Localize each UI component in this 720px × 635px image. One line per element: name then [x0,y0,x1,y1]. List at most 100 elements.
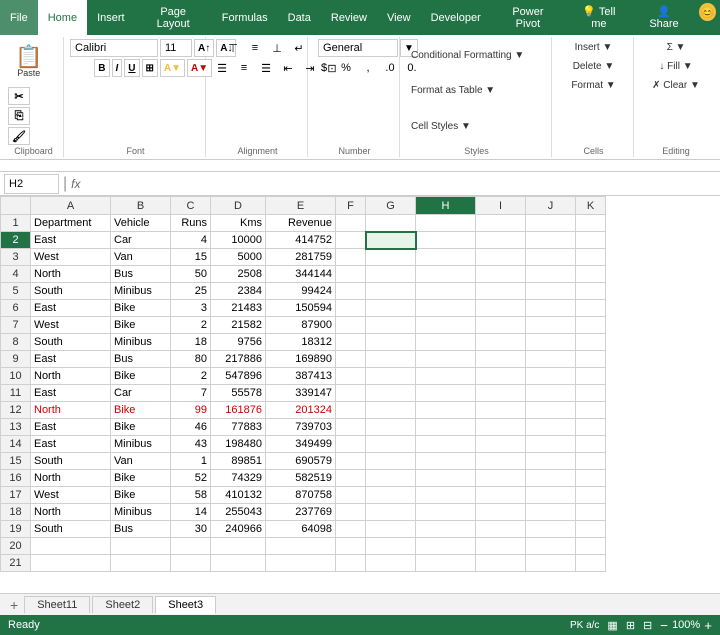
cell[interactable]: 870758 [266,487,336,504]
italic-button[interactable]: I [112,59,123,77]
cell[interactable] [31,538,111,555]
cell[interactable] [416,385,476,402]
grid-container[interactable]: ABCDEFGHIJK1DepartmentVehicleRunsKmsReve… [0,196,720,593]
number-format-input[interactable] [318,39,398,57]
cell[interactable] [576,351,606,368]
cell[interactable] [366,385,416,402]
cell[interactable] [526,419,576,436]
row-header-20[interactable]: 20 [1,538,31,555]
cell[interactable] [526,351,576,368]
cell[interactable]: West [31,317,111,334]
cell[interactable] [576,283,606,300]
cell[interactable]: Minibus [111,283,171,300]
view-page-break-icon[interactable]: ⊟ [643,619,652,632]
cell[interactable]: Bike [111,470,171,487]
wrap-text-button[interactable]: ↵ [289,39,309,57]
cell[interactable] [476,317,526,334]
cell[interactable]: 349499 [266,436,336,453]
col-header-K[interactable]: K [576,197,606,215]
tab-tell-me[interactable]: 💡 Tell me [565,0,633,35]
cell[interactable]: East [31,351,111,368]
cell[interactable]: Bus [111,351,171,368]
row-header-13[interactable]: 13 [1,419,31,436]
cell[interactable] [416,470,476,487]
cell[interactable]: 25 [171,283,211,300]
cell[interactable] [576,487,606,504]
tab-formulas[interactable]: Formulas [212,0,278,35]
row-header-4[interactable]: 4 [1,266,31,283]
cell[interactable] [366,351,416,368]
underline-button[interactable]: U [124,59,139,77]
currency-button[interactable]: $ [314,59,334,77]
cell[interactable] [526,317,576,334]
cell[interactable]: 80 [171,351,211,368]
cell[interactable] [266,555,336,572]
increase-decimal-button[interactable]: .0 [380,59,400,77]
cell[interactable]: East [31,419,111,436]
cell[interactable]: Bike [111,402,171,419]
cell[interactable]: 58 [171,487,211,504]
cell[interactable]: Bike [111,487,171,504]
bold-button[interactable]: B [94,59,109,77]
cell[interactable] [366,538,416,555]
cell[interactable] [416,300,476,317]
cell[interactable]: 15 [171,249,211,266]
row-header-21[interactable]: 21 [1,555,31,572]
cell[interactable] [366,453,416,470]
cell[interactable] [336,334,366,351]
paste-button[interactable]: 📋 Paste [8,39,49,85]
cell[interactable]: 18 [171,334,211,351]
cell[interactable]: Car [111,232,171,249]
cell[interactable] [336,402,366,419]
cell[interactable]: Bus [111,266,171,283]
cell[interactable]: Department [31,215,111,232]
cell[interactable] [336,249,366,266]
tab-home[interactable]: Home [38,0,87,35]
cell[interactable]: 201324 [266,402,336,419]
cell[interactable] [416,215,476,232]
cell[interactable]: 198480 [211,436,266,453]
cell[interactable] [576,232,606,249]
cell[interactable]: North [31,504,111,521]
cell[interactable] [416,232,476,249]
cell[interactable] [416,368,476,385]
cell[interactable] [416,555,476,572]
cell[interactable]: 582519 [266,470,336,487]
cell[interactable] [476,453,526,470]
row-header-1[interactable]: 1 [1,215,31,232]
cell[interactable] [526,402,576,419]
cell[interactable] [576,521,606,538]
border-button[interactable]: ⊞ [142,59,158,77]
row-header-16[interactable]: 16 [1,470,31,487]
cell[interactable] [526,300,576,317]
cell[interactable] [366,300,416,317]
cell[interactable] [366,317,416,334]
cell[interactable]: Vehicle [111,215,171,232]
col-header-H[interactable]: H [416,197,476,215]
cell[interactable] [366,283,416,300]
row-header-17[interactable]: 17 [1,487,31,504]
cell[interactable]: Van [111,453,171,470]
percent-button[interactable]: % [336,59,356,77]
cell[interactable]: South [31,521,111,538]
cell[interactable] [416,538,476,555]
cell[interactable]: 690579 [266,453,336,470]
cell[interactable] [576,555,606,572]
align-middle-button[interactable]: ≡ [245,39,265,57]
cell[interactable]: 14 [171,504,211,521]
cell[interactable]: 30 [171,521,211,538]
col-header-D[interactable]: D [211,197,266,215]
col-header-B[interactable]: B [111,197,171,215]
cell[interactable]: 9756 [211,334,266,351]
col-header-A[interactable]: A [31,197,111,215]
row-header-8[interactable]: 8 [1,334,31,351]
cut-button[interactable]: ✂ [8,87,30,105]
cell[interactable] [111,555,171,572]
cell[interactable]: South [31,453,111,470]
cell[interactable] [416,351,476,368]
col-header-G[interactable]: G [366,197,416,215]
cell[interactable] [476,385,526,402]
cell[interactable] [526,215,576,232]
cell[interactable] [526,470,576,487]
zoom-in-button[interactable]: + [704,618,712,633]
